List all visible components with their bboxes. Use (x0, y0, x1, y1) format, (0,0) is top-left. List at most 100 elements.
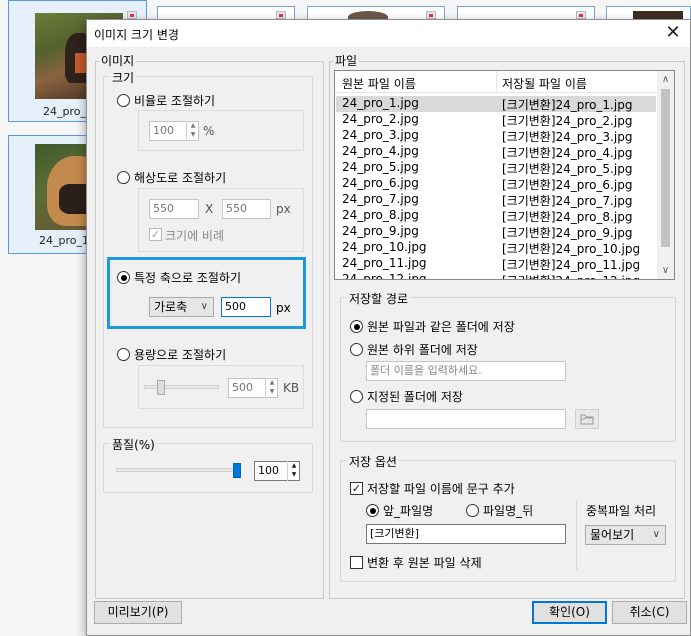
original-filename-cell: 24_pro_5.jpg (342, 160, 419, 174)
ratio-unit: % (203, 124, 215, 138)
resolution-option-label: 해상도로 조절하기 (134, 171, 227, 185)
dialog-title: 이미지 크기 변경 (94, 28, 179, 42)
table-row[interactable]: 24_pro_4.jpg [크기변환]24_pro_4.jpg (336, 144, 656, 160)
dup-select[interactable]: 물어보기 ∨ (585, 525, 666, 545)
delete-original-checkbox[interactable] (350, 556, 363, 569)
axis-input[interactable]: 500 (221, 297, 271, 317)
preview-button[interactable]: 미리보기(P) (94, 601, 182, 624)
original-filename-cell: 24_pro_6.jpg (342, 176, 419, 190)
height-input[interactable]: 550 (222, 199, 271, 219)
delete-original-label: 변환 후 원본 파일 삭제 (367, 556, 482, 570)
close-icon[interactable]: ✕ (662, 22, 684, 44)
subfolder-input[interactable]: 폴더 이름을 입력하세요. (366, 361, 566, 381)
file-type-badge-icon (426, 11, 436, 19)
filesize-slider-thumb[interactable] (157, 380, 165, 395)
path-custom-radio[interactable] (350, 390, 363, 403)
image-section-title: 이미지 (99, 52, 137, 69)
axis-select-value: 가로축 (154, 300, 188, 314)
table-row[interactable]: 24_pro_1.jpg [크기변환]24_pro_1.jpg (336, 96, 656, 112)
dup-divider (576, 500, 577, 570)
table-row[interactable]: 24_pro_12.jpg [크기변환]24_pro_12.jpg (336, 272, 656, 279)
folder-browse-button[interactable] (575, 409, 599, 429)
chevron-down-icon: ∨ (652, 529, 660, 540)
filesize-unit: KB (283, 381, 300, 395)
table-row[interactable]: 24_pro_9.jpg [크기변환]24_pro_9.jpg (336, 224, 656, 240)
suffix-label: 파일명_뒤 (483, 504, 534, 518)
ratio-radio[interactable] (117, 94, 130, 107)
ok-button[interactable]: 확인(O) (532, 601, 607, 624)
path-same-label: 원본 파일과 같은 폴더에 저장 (367, 320, 515, 334)
original-filename-cell: 24_pro_11.jpg (342, 256, 427, 270)
width-input[interactable]: 550 (149, 199, 199, 219)
path-sub-radio[interactable] (350, 343, 363, 356)
quality-slider-track[interactable] (116, 468, 240, 472)
dup-select-value: 물어보기 (590, 528, 635, 542)
add-text-label: 저장할 파일 이름에 문구 추가 (367, 482, 515, 496)
original-filename-cell: 24_pro_2.jpg (342, 112, 419, 126)
quality-slider-thumb[interactable] (233, 463, 241, 478)
col-original-header[interactable]: 원본 파일 이름 (342, 75, 416, 92)
path-custom-label: 지정된 폴더에 저장 (367, 390, 463, 404)
saved-filename-cell: [크기변환]24_pro_6.jpg (502, 178, 633, 192)
folder-icon (580, 414, 594, 425)
axis-select[interactable]: 가로축 ∨ (149, 297, 214, 317)
table-row[interactable]: 24_pro_3.jpg [크기변환]24_pro_3.jpg (336, 128, 656, 144)
saved-filename-cell: [크기변환]24_pro_11.jpg (502, 258, 641, 272)
saved-filename-cell: [크기변환]24_pro_12.jpg (502, 272, 640, 279)
saved-filename-cell: [크기변환]24_pro_10.jpg (502, 242, 641, 256)
table-row[interactable]: 24_pro_2.jpg [크기변환]24_pro_2.jpg (336, 112, 656, 128)
file-list-table[interactable]: 원본 파일 이름 저장될 파일 이름 24_pro_1.jpg [크기변환]24_… (334, 70, 675, 280)
path-same-radio[interactable] (350, 320, 363, 333)
chevron-down-icon: ∨ (200, 301, 208, 312)
custom-folder-input[interactable] (366, 409, 566, 429)
ratio-spinner[interactable]: ▲ ▼ (186, 121, 199, 141)
filesize-radio[interactable] (117, 348, 130, 361)
filesize-option-label: 용량으로 조절하기 (134, 348, 227, 362)
file-type-badge-icon (576, 11, 586, 19)
scroll-down-icon[interactable]: ∨ (657, 262, 674, 279)
original-filename-cell: 24_pro_1.jpg (342, 96, 419, 110)
table-row[interactable]: 24_pro_10.jpg [크기변환]24_pro_10.jpg (336, 240, 656, 256)
cancel-button[interactable]: 취소(C) (612, 601, 687, 624)
resolution-unit: px (276, 202, 291, 216)
prefix-label: 앞_파일명 (383, 504, 434, 518)
size-group-title: 크기 (110, 69, 137, 86)
times-label: X (205, 202, 214, 216)
scrollbar-thumb[interactable] (661, 89, 670, 247)
suffix-radio[interactable] (466, 504, 479, 517)
prefix-text-input[interactable]: [크기변환] (366, 524, 566, 544)
prefix-radio[interactable] (366, 504, 379, 517)
axis-option-label: 특정 축으로 조절하기 (134, 271, 241, 285)
scroll-up-icon[interactable]: ∧ (657, 71, 674, 88)
thumbnail-label: 24_pro_1 (39, 234, 89, 247)
original-filename-cell: 24_pro_10.jpg (342, 240, 427, 254)
table-row[interactable]: 24_pro_11.jpg [크기변환]24_pro_11.jpg (336, 256, 656, 272)
table-row[interactable]: 24_pro_5.jpg [크기변환]24_pro_5.jpg (336, 160, 656, 176)
saved-filename-cell: [크기변환]24_pro_2.jpg (502, 114, 633, 128)
axis-unit: px (276, 301, 291, 315)
original-filename-cell: 24_pro_4.jpg (342, 144, 419, 158)
path-sub-label: 원본 하위 폴더에 저장 (367, 343, 478, 357)
file-type-badge-icon (276, 11, 286, 19)
quality-spinner[interactable]: ▲ ▼ (287, 461, 300, 481)
col-saved-header[interactable]: 저장될 파일 이름 (502, 75, 587, 92)
table-row[interactable]: 24_pro_6.jpg [크기변환]24_pro_6.jpg (336, 176, 656, 192)
save-path-title: 저장할 경로 (347, 290, 411, 307)
add-text-checkbox[interactable] (350, 482, 363, 495)
keep-ratio-checkbox[interactable] (149, 228, 162, 241)
file-section-title: 파일 (333, 52, 360, 69)
file-list-scrollbar[interactable]: ∧ ∨ (657, 71, 674, 279)
table-row[interactable]: 24_pro_7.jpg [크기변환]24_pro_7.jpg (336, 192, 656, 208)
saved-filename-cell: [크기변환]24_pro_8.jpg (502, 210, 633, 224)
saved-filename-cell: [크기변환]24_pro_5.jpg (502, 162, 633, 176)
quality-label: 품질(%) (110, 436, 157, 453)
ratio-option-label: 비율로 조절하기 (134, 94, 216, 108)
filesize-slider-track[interactable] (144, 385, 219, 389)
column-separator[interactable] (496, 71, 497, 93)
keep-ratio-label: 크기에 비례 (165, 229, 225, 243)
axis-radio[interactable] (117, 271, 130, 284)
table-row[interactable]: 24_pro_8.jpg [크기변환]24_pro_8.jpg (336, 208, 656, 224)
resolution-radio[interactable] (117, 171, 130, 184)
filesize-spinner[interactable]: ▲ ▼ (265, 378, 278, 398)
original-filename-cell: 24_pro_7.jpg (342, 192, 419, 206)
